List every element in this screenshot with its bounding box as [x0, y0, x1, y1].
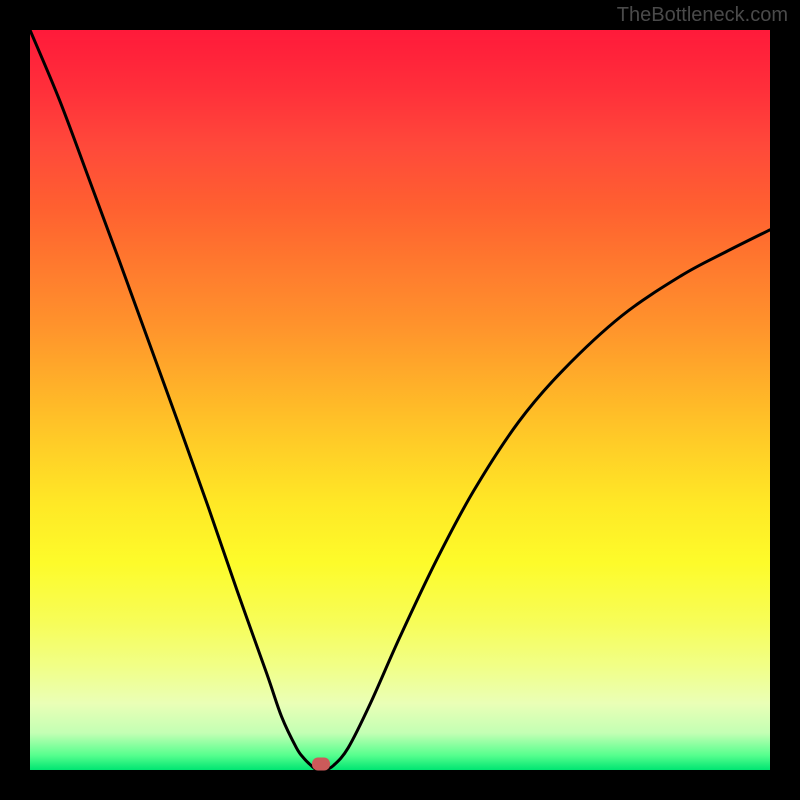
- chart-plot-area: [30, 30, 770, 770]
- watermark-text: TheBottleneck.com: [617, 4, 788, 27]
- bottleneck-marker: [312, 758, 330, 771]
- bottleneck-curve: [30, 30, 770, 770]
